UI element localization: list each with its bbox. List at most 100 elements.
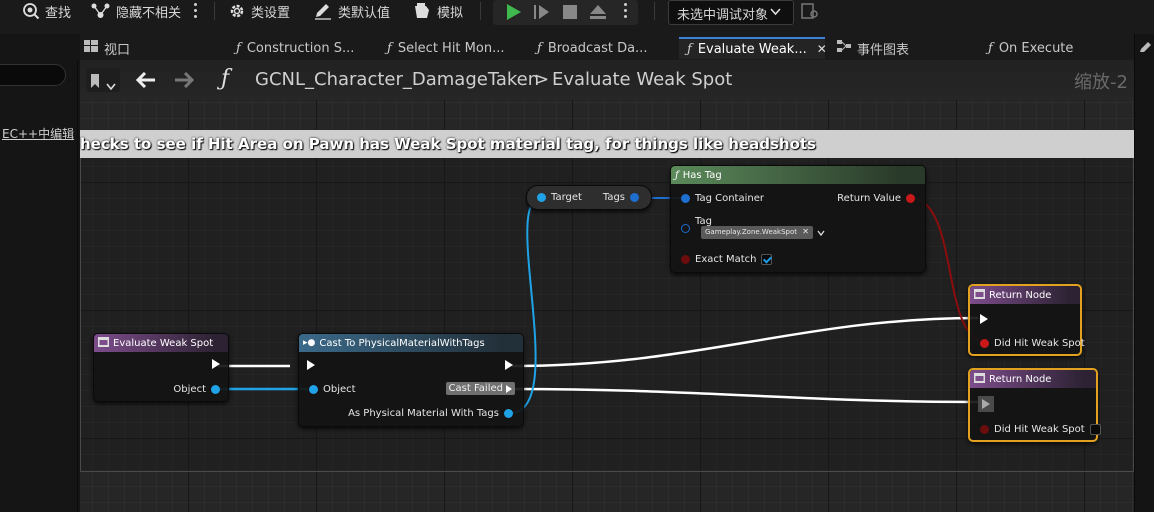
debug-filter-icon[interactable] (801, 3, 819, 23)
tab-label: Evaluate Weak... (697, 41, 807, 57)
class-settings-label: 类设置 (251, 5, 291, 21)
node-header: Return Node (970, 370, 1096, 388)
did-hit-weak-spot-checkbox[interactable] (1089, 424, 1101, 435)
tab-label: 事件图表 (857, 42, 910, 58)
exec-out-pin[interactable] (505, 360, 513, 370)
node-header: Return Node (970, 286, 1080, 304)
options-menu-icon[interactable] (194, 3, 198, 19)
tab-event-graph[interactable]: 事件图表 (837, 37, 909, 59)
node-has-tag[interactable]: ƒ Has Tag Tag Container Return Value Tag… (670, 165, 926, 273)
node-cast-to-physical-material[interactable]: ▸● Cast To PhysicalMaterialWithTags Obje… (298, 333, 524, 427)
back-arrow-icon[interactable] (135, 69, 156, 93)
tags-out-pin[interactable]: Tags (603, 192, 639, 203)
play-icon[interactable] (505, 3, 523, 25)
pin-label: Tags (602, 192, 625, 203)
bool-pin-icon (980, 425, 989, 434)
exec-pin-icon (505, 360, 513, 370)
document-tabs: 视口 ƒ Construction S... ƒ Select Hit Mon.… (80, 34, 1134, 60)
node-title: Cast To PhysicalMaterialWithTags (319, 337, 485, 349)
node-evaluate-weak-spot-entry[interactable]: Evaluate Weak Spot Object (93, 333, 229, 402)
node-title: Return Node (989, 289, 1052, 301)
did-hit-weak-spot-pin[interactable]: Did Hit Weak Spot (980, 338, 1085, 349)
debug-object-value: 未选中调试对象 (677, 8, 769, 23)
find-label: 查找 (45, 5, 72, 21)
node-title: Evaluate Weak Spot (113, 337, 214, 349)
breadcrumb-separator: > (534, 69, 550, 90)
node-return-true[interactable]: Return Node Did Hit Weak Spot (968, 284, 1085, 356)
details-panel-edge (1134, 34, 1154, 512)
pin-label: Exact Match (695, 254, 757, 265)
tag-container-in-pin[interactable]: Tag Container (681, 193, 764, 204)
physical-material-out-pin[interactable]: As Physical Material With Tags (348, 408, 513, 419)
tag-container-pin-icon (630, 193, 639, 202)
cast-failed-pin[interactable]: Cast Failed (445, 382, 515, 395)
pin-label: Did Hit Weak Spot (994, 424, 1085, 435)
tab-broadcast-damage[interactable]: ƒ Broadcast Da... (537, 37, 647, 59)
clear-tag-icon[interactable]: ✕ (802, 227, 809, 236)
object-in-pin[interactable]: Object (309, 384, 356, 395)
hide-unrelated-button[interactable]: 隐藏不相关 (91, 0, 181, 22)
comment-header[interactable]: hecks to see if Hit Area on Pawn has Wea… (80, 130, 1134, 158)
exec-out-pin[interactable] (212, 359, 220, 369)
edit-in-cpp-link[interactable]: EC++中编辑 (2, 125, 74, 142)
tab-select-hit-montage[interactable]: ƒ Select Hit Mon... (387, 37, 504, 59)
exec-in-pin[interactable] (307, 360, 315, 370)
exec-in-pin[interactable] (978, 396, 994, 412)
node-header: ▸● Cast To PhysicalMaterialWithTags (299, 334, 523, 352)
chevron-down-icon[interactable] (817, 229, 825, 240)
node-title: Has Tag (682, 169, 722, 181)
exec-pin-icon (307, 360, 315, 370)
class-defaults-button[interactable]: 类默认值 (313, 0, 390, 22)
debug-object-select[interactable]: 未选中调试对象 (668, 0, 794, 25)
target-in-pin[interactable]: Target (537, 192, 582, 203)
node-get-tags[interactable]: Target Tags (526, 185, 652, 210)
node-header: ƒ Has Tag (671, 166, 925, 184)
toolbar-divider (214, 2, 215, 20)
tag-value-chip[interactable]: Gameplay.Zone.WeakSpot ✕ (701, 226, 813, 239)
tab-on-execute[interactable]: ƒ On Execute (988, 37, 1073, 59)
forward-arrow-icon[interactable] (174, 69, 195, 93)
tab-viewport[interactable]: 视口 (84, 37, 130, 59)
tab-label: Broadcast Da... (547, 40, 648, 56)
simulate-icon (412, 2, 432, 20)
tag-pin-icon[interactable] (681, 224, 690, 233)
simulate-label: 模拟 (437, 5, 464, 21)
stop-icon[interactable] (562, 4, 578, 24)
return-value-out-pin[interactable]: Return Value (837, 193, 915, 204)
class-settings-button[interactable]: 类设置 (228, 0, 290, 22)
return-node-icon (974, 288, 985, 302)
object-out-pin[interactable]: Object (173, 384, 220, 395)
tab-construction-script[interactable]: ƒ Construction S... (236, 37, 354, 59)
exec-pin-icon (506, 384, 512, 393)
exact-match-pin[interactable]: Exact Match (681, 254, 773, 265)
breadcrumb-blueprint[interactable]: GCNL_Character_DamageTaken (255, 69, 539, 90)
eject-icon[interactable] (589, 3, 607, 25)
bookmark-dropdown[interactable] (86, 68, 120, 92)
return-node-icon (974, 372, 985, 386)
tab-evaluate-weak-spot[interactable]: ƒ Evaluate Weak... ✕ (679, 37, 827, 59)
pencil-icon[interactable] (1139, 38, 1153, 57)
chevron-down-icon (106, 76, 116, 95)
did-hit-weak-spot-pin[interactable]: Did Hit Weak Spot (980, 424, 1101, 435)
bool-pin-icon (980, 339, 989, 348)
play-options-icon[interactable] (624, 3, 628, 19)
pin-label: Return Value (837, 193, 901, 204)
close-icon[interactable]: ✕ (817, 42, 827, 56)
find-button[interactable]: 查找 (22, 0, 71, 22)
node-return-false[interactable]: Return Node Did Hit Weak Spot (968, 368, 1101, 442)
graph-breadcrumb: ƒ GCNL_Character_DamageTaken > Evaluate … (80, 60, 1134, 100)
pencil-icon (313, 2, 333, 20)
cast-icon: ▸● (303, 338, 316, 348)
exact-match-checkbox[interactable] (761, 254, 773, 265)
exec-in-pin[interactable] (980, 314, 988, 324)
toolbar-divider (654, 2, 655, 20)
function-icon: ƒ (537, 40, 542, 56)
blueprint-graph[interactable]: ƒ GCNL_Character_DamageTaken > Evaluate … (80, 60, 1134, 512)
frame-advance-icon[interactable] (533, 3, 551, 25)
simulate-button[interactable]: 模拟 (412, 0, 463, 22)
tag-value: Gameplay.Zone.WeakSpot (705, 228, 798, 236)
panel-search-input[interactable] (0, 64, 66, 86)
tab-label: Select Hit Mon... (397, 40, 505, 56)
chevron-down-icon (770, 5, 781, 20)
object-pin-icon (309, 385, 318, 394)
